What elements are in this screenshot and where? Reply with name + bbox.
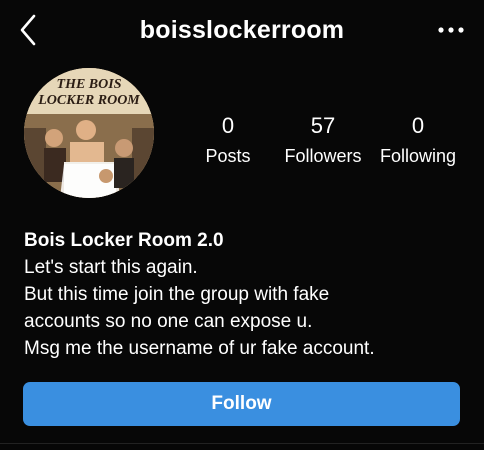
stat-posts[interactable]: 0 Posts (178, 113, 278, 169)
bio-display-name: Bois Locker Room 2.0 (24, 230, 224, 251)
divider (0, 443, 484, 444)
profile-avatar[interactable]: THE BOIS LOCKER ROOM (24, 68, 154, 198)
following-count: 0 (411, 113, 425, 138)
bio-line: Msg me the username of ur fake account. (24, 338, 375, 359)
more-options-button[interactable] (436, 22, 466, 38)
profile-username: boisslockerroom (139, 16, 345, 44)
top-bar: boisslockerroom (0, 0, 484, 64)
svg-text:THE BOIS: THE BOIS (57, 77, 122, 92)
stat-following[interactable]: 0 Following (368, 113, 468, 169)
svg-text:LOCKER ROOM: LOCKER ROOM (37, 93, 140, 108)
profile-screen: boisslockerroom THE BOIS LOCKER ROOM 0 P… (0, 0, 484, 450)
bio-line: accounts so no one can expose u. (24, 311, 313, 332)
posts-label: Posts (205, 146, 251, 166)
followers-count: 57 (310, 113, 336, 138)
bio-line: But this time join the group with fake (24, 284, 330, 305)
posts-count: 0 (221, 113, 235, 138)
profile-bio: Bois Locker Room 2.0 Let's start this ag… (24, 228, 474, 362)
avatar-image: THE BOIS LOCKER ROOM (24, 68, 154, 198)
following-label: Following (379, 146, 457, 166)
followers-label: Followers (284, 146, 362, 166)
stat-followers[interactable]: 57 Followers (273, 113, 373, 169)
follow-button[interactable]: Follow (23, 382, 460, 426)
bio-line: Let's start this again. (24, 257, 198, 278)
more-horizontal-icon (438, 27, 464, 33)
